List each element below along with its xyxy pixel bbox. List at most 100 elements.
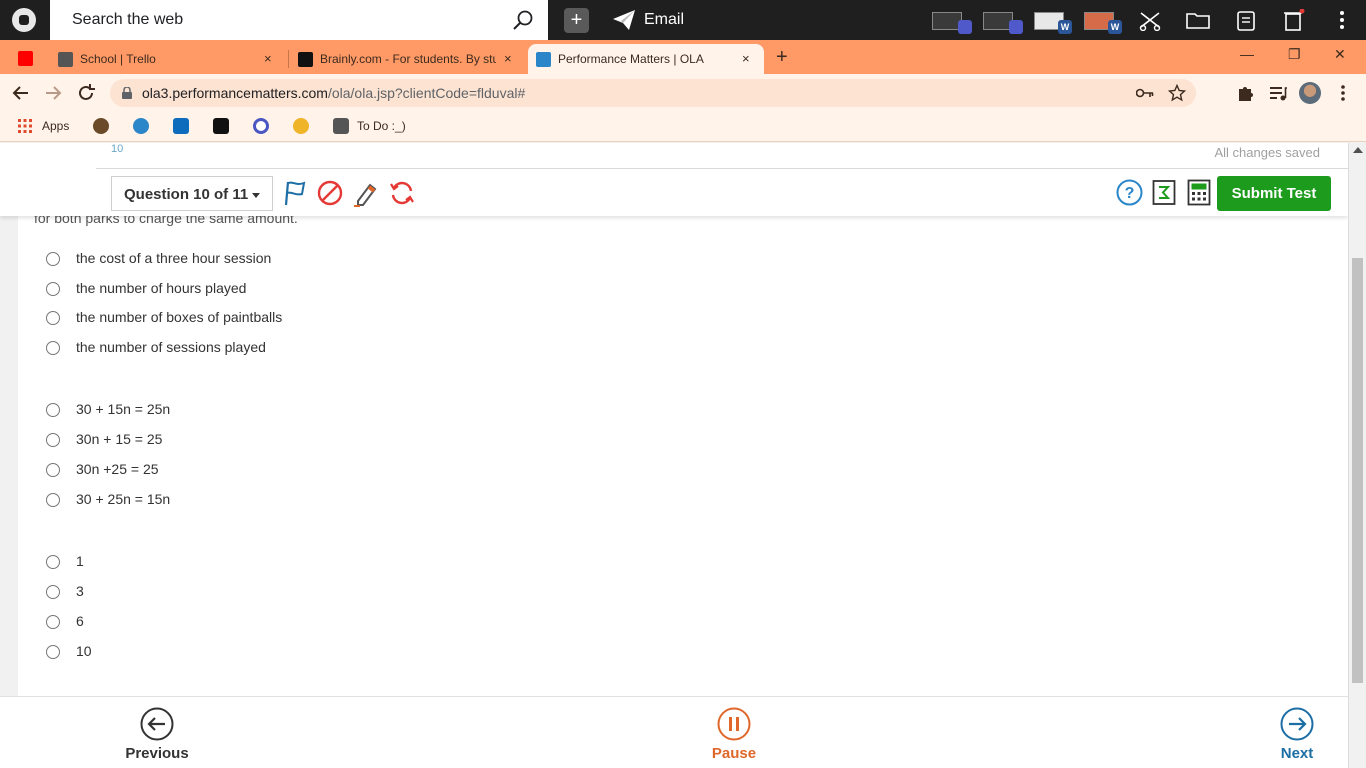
chrome-menu-icon[interactable]	[1333, 83, 1353, 103]
radio-button[interactable]	[46, 493, 60, 507]
folder-icon[interactable]	[1186, 9, 1210, 31]
url-text: ola3.performancematters.com/ola/ola.jsp?…	[142, 85, 525, 101]
tab-brainly[interactable]: Brainly.com - For students. By stu ×	[290, 44, 526, 74]
trash-icon[interactable]	[1281, 9, 1305, 31]
scroll-up-arrow-icon[interactable]	[1353, 147, 1363, 153]
test-navigation-footer: Previous Pause Next	[0, 696, 1348, 768]
email-label[interactable]: Email	[644, 11, 684, 29]
back-arrow-icon[interactable]	[10, 82, 32, 104]
address-bar[interactable]: ola3.performancematters.com/ola/ola.jsp?…	[110, 79, 1196, 107]
tab-performance-matters[interactable]: Performance Matters | OLA ×	[528, 44, 764, 74]
bookmark-quizlet-icon[interactable]	[253, 118, 269, 134]
pause-button[interactable]: Pause	[689, 705, 779, 765]
lock-icon	[122, 87, 132, 99]
answer-label: 1	[76, 553, 84, 569]
bookmark-outlook-icon[interactable]	[173, 118, 189, 134]
chevron-down-icon	[252, 193, 260, 198]
performance-matters-icon	[536, 52, 551, 67]
window-close-button[interactable]: ✕	[1334, 46, 1346, 63]
screenshot-icon[interactable]	[1138, 9, 1162, 31]
radio-button[interactable]	[46, 282, 60, 296]
radio-button[interactable]	[46, 463, 60, 477]
radio-button[interactable]	[46, 555, 60, 569]
url-path: /ola/ola.jsp?clientCode=flduval#	[327, 85, 526, 101]
radio-button[interactable]	[46, 252, 60, 266]
close-icon[interactable]: ×	[264, 51, 272, 66]
help-glyph: ?	[1125, 185, 1135, 202]
star-icon[interactable]	[1168, 84, 1186, 102]
forward-arrow-icon[interactable]	[42, 82, 64, 104]
answer-label: 6	[76, 613, 84, 629]
search-icon[interactable]	[512, 9, 534, 31]
answer-label: 10	[76, 643, 92, 659]
page-scrollbar[interactable]	[1348, 143, 1366, 768]
answer-label: the cost of a three hour session	[76, 250, 272, 266]
bookmark-puzzle-icon[interactable]	[293, 118, 309, 134]
bookmark-todo[interactable]: To Do :_)	[357, 119, 406, 133]
answer-label: 30 + 15n = 25n	[76, 401, 171, 417]
calculator-icon[interactable]	[1187, 179, 1211, 206]
next-label: Next	[1280, 745, 1314, 762]
os-taskbar: Search the web + Email W W	[0, 0, 1366, 40]
formula-sheet-icon[interactable]	[1152, 179, 1176, 206]
os-search-box[interactable]: Search the web	[50, 0, 548, 40]
pause-circle-icon	[717, 707, 751, 741]
radio-button[interactable]	[46, 585, 60, 599]
arrow-right-circle-icon	[1280, 707, 1314, 741]
previous-button[interactable]: Previous	[112, 705, 202, 765]
tab-title: Performance Matters | OLA	[558, 52, 704, 66]
scrollbar-thumb[interactable]	[1352, 258, 1363, 683]
restore-button[interactable]: ❐	[1288, 46, 1301, 63]
key-icon[interactable]	[1136, 86, 1154, 100]
reset-icon[interactable]	[388, 179, 416, 207]
avatar[interactable]	[1299, 82, 1321, 104]
launcher-icon[interactable]	[12, 8, 36, 32]
word-icon: W	[1108, 20, 1122, 34]
radio-button[interactable]	[46, 341, 60, 355]
url-host: ola3.performancematters.com	[142, 85, 328, 101]
apps-grid-icon[interactable]	[17, 118, 33, 134]
reload-icon[interactable]	[75, 82, 97, 104]
next-button[interactable]: Next	[1252, 705, 1342, 765]
flag-icon[interactable]	[282, 179, 310, 207]
answer-label: 30 + 25n = 15n	[76, 491, 171, 507]
pause-label: Pause	[711, 745, 757, 762]
highlighter-icon[interactable]	[352, 179, 380, 207]
bookmark-owl-icon[interactable]	[93, 118, 109, 134]
add-button[interactable]: +	[564, 8, 589, 33]
previous-label: Previous	[125, 745, 189, 762]
youtube-icon[interactable]	[18, 51, 33, 66]
help-icon[interactable]: ?	[1116, 179, 1143, 206]
trello-icon	[58, 52, 73, 67]
eliminator-icon[interactable]	[316, 179, 344, 207]
media-queue-icon[interactable]	[1268, 83, 1288, 103]
radio-button[interactable]	[46, 645, 60, 659]
save-status: All changes saved	[1214, 145, 1320, 160]
minimize-button[interactable]: —	[1240, 46, 1254, 62]
radio-button[interactable]	[46, 311, 60, 325]
submit-test-button[interactable]: Submit Test	[1217, 176, 1331, 211]
answer-label: the number of sessions played	[76, 339, 266, 355]
bookmark-apps[interactable]: Apps	[42, 119, 69, 133]
tab-trello[interactable]: School | Trello ×	[50, 44, 286, 74]
tab-title: School | Trello	[80, 52, 156, 66]
header-fragment: 10	[111, 143, 124, 155]
radio-button[interactable]	[46, 403, 60, 417]
teams-icon	[1009, 20, 1023, 34]
radio-button[interactable]	[46, 433, 60, 447]
answer-label: the number of boxes of paintballs	[76, 309, 283, 325]
radio-button[interactable]	[46, 615, 60, 629]
paper-plane-icon[interactable]	[612, 9, 636, 31]
question-selector-label: Question 10 of 11	[124, 186, 249, 203]
clipboard-icon[interactable]	[1234, 9, 1258, 31]
more-vertical-icon[interactable]	[1330, 9, 1354, 31]
extensions-puzzle-icon[interactable]	[1236, 83, 1256, 103]
test-toolbar: 10 All changes saved Question 10 of 11 ?	[0, 143, 1348, 216]
answer-label: 30n +25 = 25	[76, 461, 159, 477]
bookmark-brainly-icon[interactable]	[213, 118, 229, 134]
question-selector[interactable]: Question 10 of 11	[111, 176, 273, 211]
bookmark-performance-matters-icon[interactable]	[133, 118, 149, 134]
new-tab-button[interactable]: +	[776, 46, 788, 69]
close-icon[interactable]: ×	[504, 51, 512, 66]
close-icon[interactable]: ×	[742, 51, 750, 66]
